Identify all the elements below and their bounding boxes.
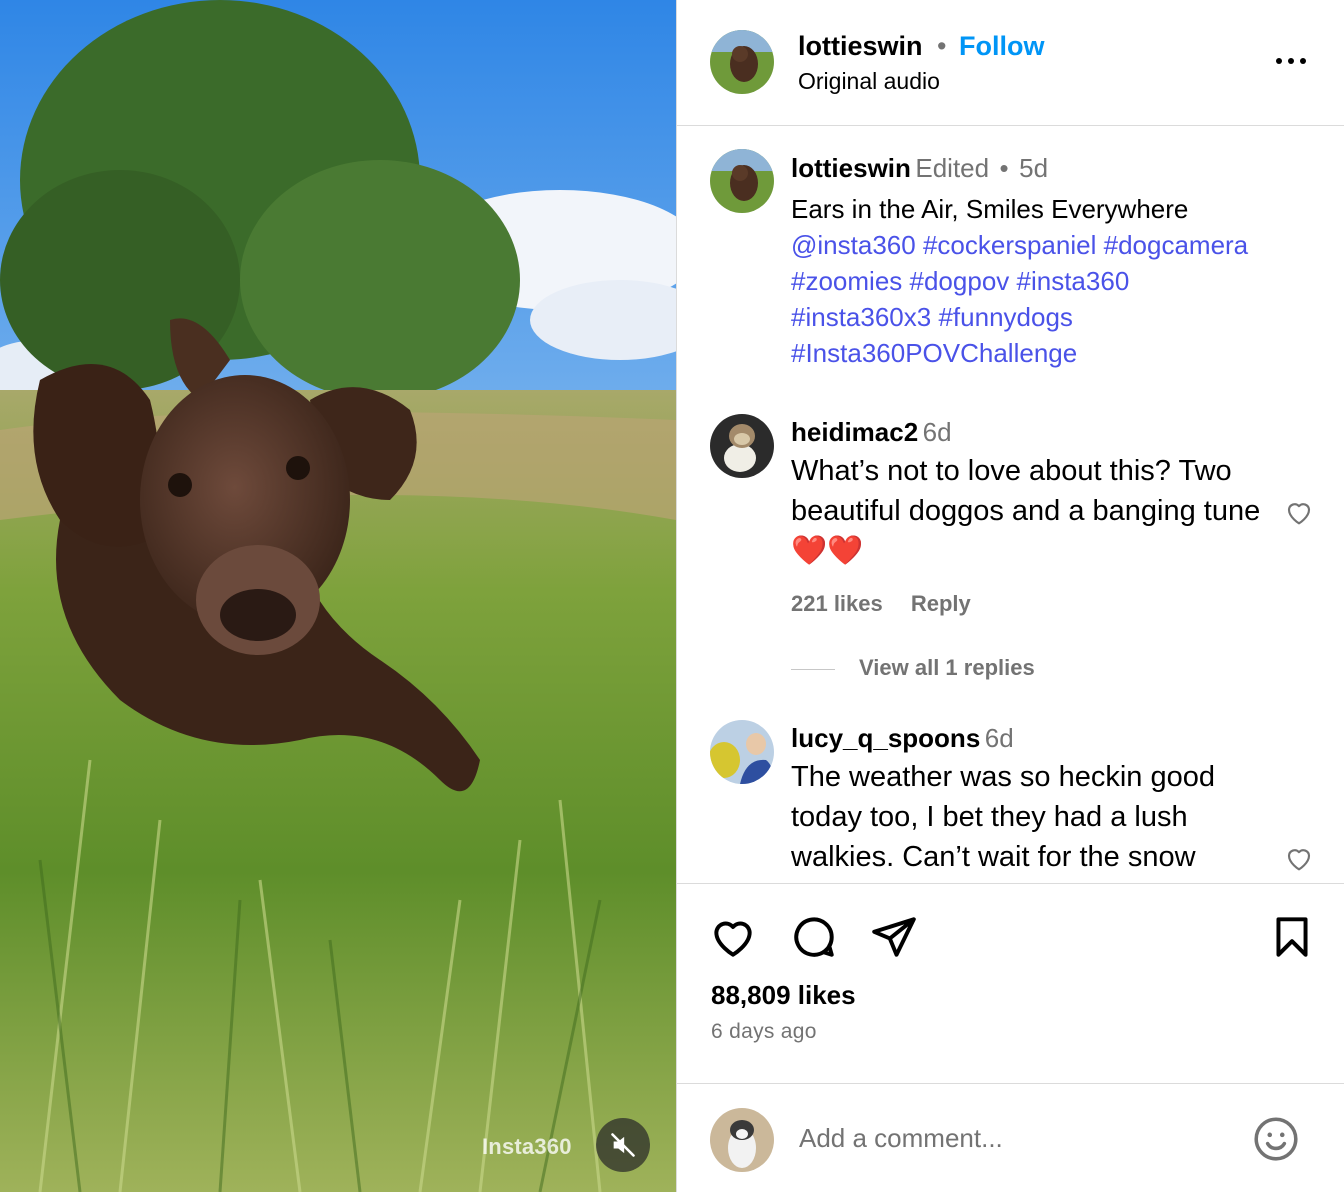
hashtag-link[interactable]: #Insta360POVChallenge — [791, 338, 1077, 368]
mute-toggle-button[interactable] — [596, 1118, 650, 1172]
comment-text: The weather was so heckin good today too… — [791, 761, 1215, 873]
current-user-avatar — [710, 1108, 774, 1172]
more-options-icon[interactable] — [1273, 46, 1309, 76]
post-actions: 88,809 likes 6 days ago — [677, 883, 1344, 1083]
commenter-avatar[interactable] — [710, 414, 774, 478]
post-sidebar: lottieswin • Follow Original audio lotti… — [676, 0, 1344, 1192]
post-video[interactable]: Insta360 — [0, 0, 676, 1192]
insta360-watermark: Insta360 — [482, 1134, 572, 1159]
send-icon[interactable] — [869, 912, 919, 962]
video-frame-image — [0, 0, 676, 1192]
author-avatar[interactable] — [710, 30, 774, 94]
author-username[interactable]: lottieswin — [798, 31, 923, 62]
commenter-avatar[interactable] — [710, 720, 774, 784]
heart-icon[interactable] — [708, 912, 758, 962]
separator-dot: • — [999, 153, 1009, 183]
reply-button[interactable]: Reply — [911, 591, 971, 616]
heart-icon[interactable] — [1283, 496, 1315, 528]
hashtag-link[interactable]: #insta360 — [1017, 266, 1130, 296]
heart-icon[interactable] — [1283, 842, 1315, 874]
comments-list[interactable]: lottieswin Edited • 5d Ears in the Air, … — [677, 127, 1344, 883]
caption-avatar[interactable] — [710, 149, 774, 213]
hashtag-link[interactable]: #dogcamera — [1104, 230, 1249, 260]
speaker-muted-icon — [611, 1133, 635, 1157]
caption-text: Ears in the Air, Smiles Everywhere @inst… — [791, 191, 1321, 371]
likes-count[interactable]: 88,809 likes — [711, 980, 856, 1011]
post-timestamp[interactable]: 6 days ago — [711, 1020, 817, 1044]
commenter-username[interactable]: lucy_q_spoons — [791, 723, 980, 753]
hashtag-link[interactable]: #insta360x3 — [791, 302, 931, 332]
follow-button[interactable]: Follow — [959, 31, 1044, 62]
hashtag-link[interactable]: #cockerspaniel — [923, 230, 1096, 260]
comment-time: 6d — [922, 417, 952, 447]
comment-time: 6d — [984, 723, 1014, 753]
mention-link[interactable]: @insta360 — [791, 230, 916, 260]
hashtag-link[interactable]: #funnydogs — [938, 302, 1072, 332]
caption-time: 5d — [1019, 153, 1049, 183]
replies-divider — [791, 668, 835, 670]
edited-label: Edited — [915, 153, 990, 183]
comment-input[interactable] — [799, 1118, 1229, 1158]
audio-link[interactable]: Original audio — [798, 68, 940, 95]
view-replies-label: View all 1 replies — [859, 655, 1035, 680]
add-comment-bar — [677, 1083, 1344, 1192]
separator-dot: • — [937, 31, 947, 61]
comment-icon[interactable] — [789, 912, 839, 962]
bookmark-icon[interactable] — [1267, 912, 1317, 962]
caption-body: Ears in the Air, Smiles Everywhere — [791, 194, 1189, 224]
caption-username[interactable]: lottieswin — [791, 153, 911, 183]
view-replies-button[interactable]: View all 1 replies — [791, 655, 1035, 681]
hashtag-link[interactable]: #dogpov — [910, 266, 1010, 296]
post-header: lottieswin • Follow Original audio — [677, 0, 1344, 126]
emoji-icon[interactable] — [1251, 1114, 1301, 1164]
hashtag-link[interactable]: #zoomies — [791, 266, 902, 296]
comment-likes[interactable]: 221 likes — [791, 591, 883, 616]
comment-text: What’s not to love about this? Two beaut… — [791, 455, 1261, 567]
commenter-username[interactable]: heidimac2 — [791, 417, 918, 447]
